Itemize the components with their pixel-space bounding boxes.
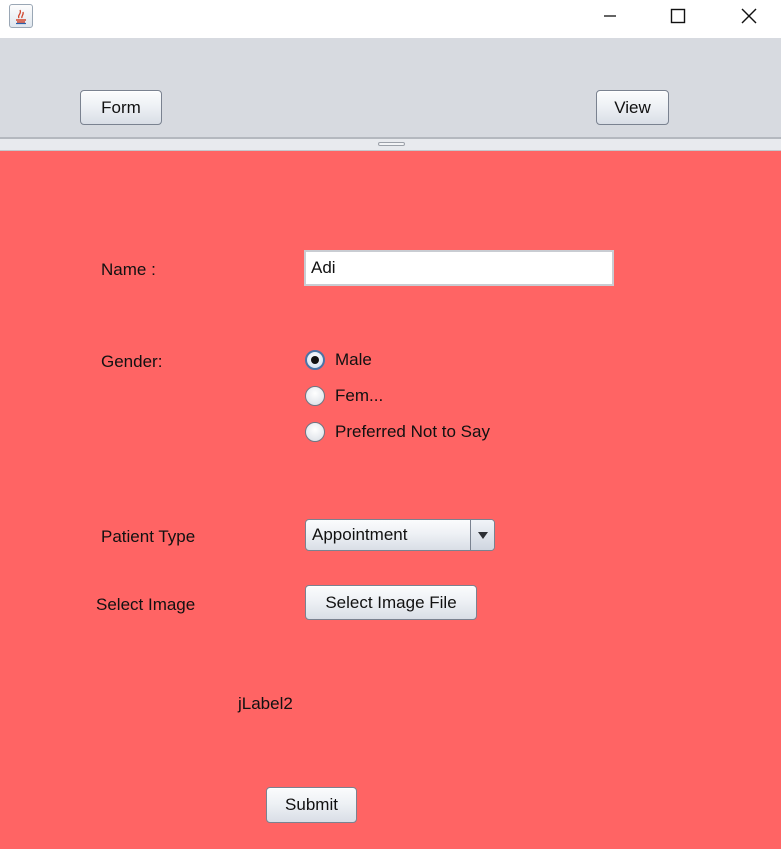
- gender-label: Gender:: [101, 352, 163, 371]
- maximize-icon: [670, 8, 686, 24]
- close-icon: [741, 8, 757, 24]
- gender-radio-female[interactable]: Fem...: [305, 386, 383, 406]
- top-panel: Form View: [0, 38, 781, 138]
- patient-type-selected: Appointment: [312, 525, 408, 544]
- close-button[interactable]: [726, 0, 772, 32]
- chevron-down-icon[interactable]: [470, 520, 494, 550]
- image-preview-label: jLabel2: [238, 694, 293, 713]
- radio-label: Preferred Not to Say: [335, 422, 490, 441]
- select-image-file-button[interactable]: Select Image File: [305, 585, 477, 620]
- radio-unchecked-icon[interactable]: [305, 422, 325, 442]
- gender-radio-male[interactable]: Male: [305, 350, 372, 370]
- split-pane-divider[interactable]: [0, 137, 781, 151]
- minimize-button[interactable]: [587, 0, 633, 32]
- maximize-button[interactable]: [655, 0, 701, 32]
- divider-grip-icon[interactable]: [378, 142, 405, 146]
- radio-unchecked-icon[interactable]: [305, 386, 325, 406]
- view-button[interactable]: View: [596, 90, 669, 125]
- name-label: Name :: [101, 260, 156, 279]
- name-input[interactable]: [304, 250, 614, 286]
- patient-type-label: Patient Type: [101, 527, 196, 546]
- gender-radio-not-say[interactable]: Preferred Not to Say: [305, 422, 490, 442]
- radio-checked-icon[interactable]: [305, 350, 325, 370]
- select-image-label: Select Image: [96, 595, 196, 614]
- submit-button[interactable]: Submit: [266, 787, 357, 823]
- patient-type-dropdown[interactable]: Appointment: [305, 519, 495, 551]
- form-panel: Name : Gender: Male Fem... Preferred Not…: [0, 151, 781, 849]
- form-button[interactable]: Form: [80, 90, 162, 125]
- window-title-bar: [0, 0, 781, 38]
- java-app-icon: [9, 4, 33, 28]
- radio-label: Fem...: [335, 386, 384, 405]
- minimize-icon: [604, 15, 616, 17]
- radio-label: Male: [335, 350, 372, 369]
